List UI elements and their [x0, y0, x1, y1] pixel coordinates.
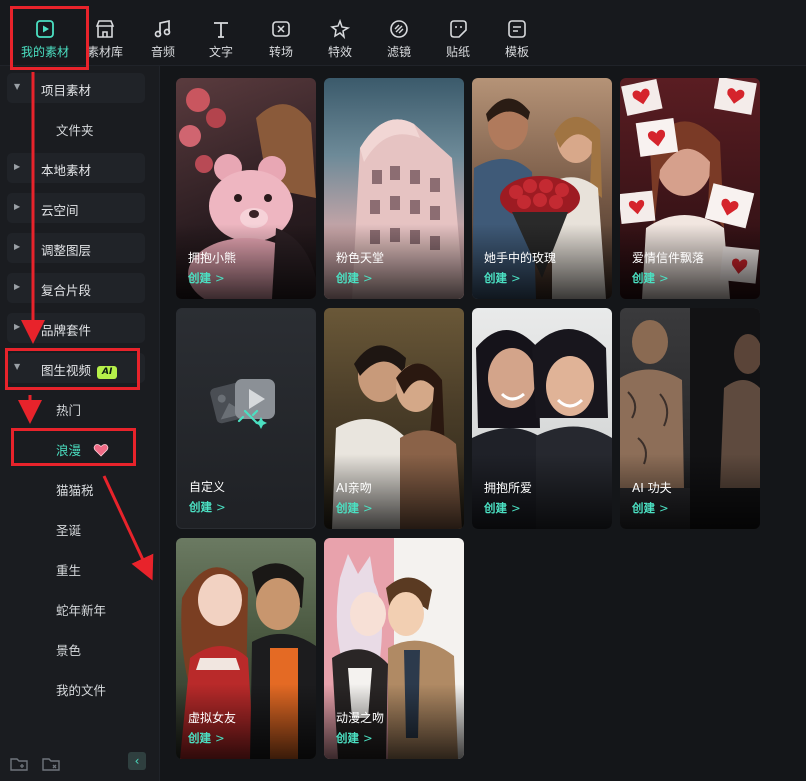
tab-audio[interactable]: 音频	[132, 10, 194, 60]
chevron-right-icon: >	[363, 501, 373, 515]
sticker-icon	[447, 18, 469, 40]
create-button[interactable]: 创建 >	[189, 499, 226, 515]
sidebar-item-label: 云空间	[41, 203, 79, 218]
sidebar-item-label: 复合片段	[41, 283, 92, 298]
template-card-virtual-girlfriend[interactable]: 虚拟女友 创建 >	[176, 538, 316, 759]
chevron-right-icon: >	[659, 271, 669, 285]
chevron-right-icon: >	[659, 501, 669, 515]
new-folder-icon[interactable]	[10, 756, 28, 772]
chevron-right-icon: >	[215, 271, 225, 285]
template-card-rose-in-her-hand[interactable]: 她手中的玫瑰 创建 >	[472, 78, 612, 299]
create-button[interactable]: 创建 >	[336, 500, 373, 516]
chevron-right-icon: >	[215, 731, 225, 745]
tab-templates[interactable]: 模板	[486, 10, 548, 60]
sparkle-star-icon	[329, 18, 351, 40]
sidebar-item-adjust-layer[interactable]: ▶ 调整图层	[7, 233, 145, 263]
sidebar-item-folder[interactable]: 文件夹	[56, 120, 94, 139]
card-title: 动漫之吻	[336, 711, 385, 725]
template-icon	[506, 18, 528, 40]
folder-remove-icon[interactable]	[42, 756, 60, 772]
create-button[interactable]: 创建 >	[336, 730, 373, 746]
card-title: AI 功夫	[632, 481, 672, 495]
chevron-right-icon: >	[363, 731, 373, 745]
card-title: 拥抱所爱	[484, 481, 533, 495]
caret-right-icon: ▶	[14, 282, 21, 291]
sidebar-item-cloud[interactable]: ▶ 云空间	[7, 193, 145, 223]
sidebar-item-my-files[interactable]: 我的文件	[56, 680, 106, 699]
tab-label: 模板	[504, 45, 529, 59]
template-card-hug-loved-one[interactable]: 拥抱所爱 创建 >	[472, 308, 612, 529]
tab-effects[interactable]: 特效	[309, 10, 371, 60]
sidebar-item-brand-kit[interactable]: ▶ 品牌套件	[7, 313, 145, 343]
template-card-custom[interactable]: 自定义 创建 >	[176, 308, 316, 529]
text-t-icon	[210, 18, 232, 40]
sidebar-item-compound-clip[interactable]: ▶ 复合片段	[7, 273, 145, 303]
annotation-box-my-assets	[10, 6, 89, 70]
caret-right-icon: ▶	[14, 242, 21, 251]
custom-media-icon	[210, 379, 275, 429]
template-card-pink-heaven[interactable]: 粉色天堂 创建 >	[324, 78, 464, 299]
filter-icon	[388, 18, 410, 40]
chevron-right-icon: >	[216, 500, 226, 514]
create-button[interactable]: 创建 >	[632, 270, 669, 286]
chevron-right-icon: >	[363, 271, 373, 285]
annotation-box-romance	[11, 428, 136, 466]
tab-label: 贴纸	[445, 45, 470, 59]
sidebar-item-project-assets[interactable]: ▼ 项目素材	[7, 73, 145, 103]
tab-filters[interactable]: 滤镜	[368, 10, 430, 60]
create-button[interactable]: 创建 >	[188, 730, 225, 746]
create-button[interactable]: 创建 >	[484, 270, 521, 286]
tab-label: 转场	[268, 45, 293, 59]
sidebar-item-label: 项目素材	[41, 83, 92, 98]
create-button[interactable]: 创建 >	[336, 270, 373, 286]
create-button[interactable]: 创建 >	[188, 270, 225, 286]
caret-down-icon: ▼	[14, 82, 21, 91]
template-card-ai-kiss[interactable]: AI亲吻 创建 >	[324, 308, 464, 529]
sidebar-item-label: 调整图层	[41, 243, 92, 258]
transition-icon	[270, 18, 292, 40]
sidebar-item-christmas[interactable]: 圣诞	[56, 520, 81, 539]
template-card-hug-bear[interactable]: 拥抱小熊 创建 >	[176, 78, 316, 299]
caret-right-icon: ▶	[14, 322, 21, 331]
chevron-right-icon: >	[511, 501, 521, 515]
caret-right-icon: ▶	[14, 162, 21, 171]
tab-stickers[interactable]: 贴纸	[427, 10, 489, 60]
store-icon	[94, 18, 116, 40]
sidebar-item-hot[interactable]: 热门	[56, 400, 81, 419]
card-title: 拥抱小熊	[188, 251, 237, 265]
card-title: 虚拟女友	[188, 711, 237, 725]
create-button[interactable]: 创建 >	[632, 500, 669, 516]
card-title: 自定义	[189, 480, 226, 494]
chevron-right-icon: >	[511, 271, 521, 285]
tab-label: 音频	[150, 45, 175, 59]
annotation-box-image-to-video	[5, 348, 140, 390]
template-card-love-letters[interactable]: 爱情信件飘落 创建 >	[620, 78, 760, 299]
sidebar-item-rebirth[interactable]: 重生	[56, 560, 81, 579]
tab-label: 文字	[208, 45, 233, 59]
tab-label: 特效	[327, 45, 352, 59]
music-note-icon	[152, 18, 174, 40]
chevron-left-icon: ‹	[134, 754, 140, 768]
tab-transition[interactable]: 转场	[250, 10, 312, 60]
card-title: 粉色天堂	[336, 251, 385, 265]
card-title: 爱情信件飘落	[632, 251, 705, 265]
card-title: AI亲吻	[336, 481, 372, 495]
tab-text[interactable]: 文字	[190, 10, 252, 60]
sidebar-item-label: 品牌套件	[41, 323, 92, 338]
sidebar-item-cat-tax[interactable]: 猫猫税	[56, 480, 94, 499]
sidebar-item-local-assets[interactable]: ▶ 本地素材	[7, 153, 145, 183]
sidebar-item-snake-new-year[interactable]: 蛇年新年	[56, 600, 106, 619]
card-title: 她手中的玫瑰	[484, 251, 557, 265]
template-card-ai-kung-fu[interactable]: AI 功夫 创建 >	[620, 308, 760, 529]
caret-right-icon: ▶	[14, 202, 21, 211]
top-toolbar: 我的素材 素材库 音频 文字 转场 特效 滤镜 贴纸 模板	[0, 0, 806, 66]
sidebar-item-label: 本地素材	[41, 163, 92, 178]
collapse-sidebar-button[interactable]: ‹	[128, 752, 146, 770]
tab-label: 滤镜	[386, 45, 411, 59]
template-card-anime-kiss[interactable]: 动漫之吻 创建 >	[324, 538, 464, 759]
create-button[interactable]: 创建 >	[484, 500, 521, 516]
sidebar-item-scenery[interactable]: 景色	[56, 640, 81, 659]
